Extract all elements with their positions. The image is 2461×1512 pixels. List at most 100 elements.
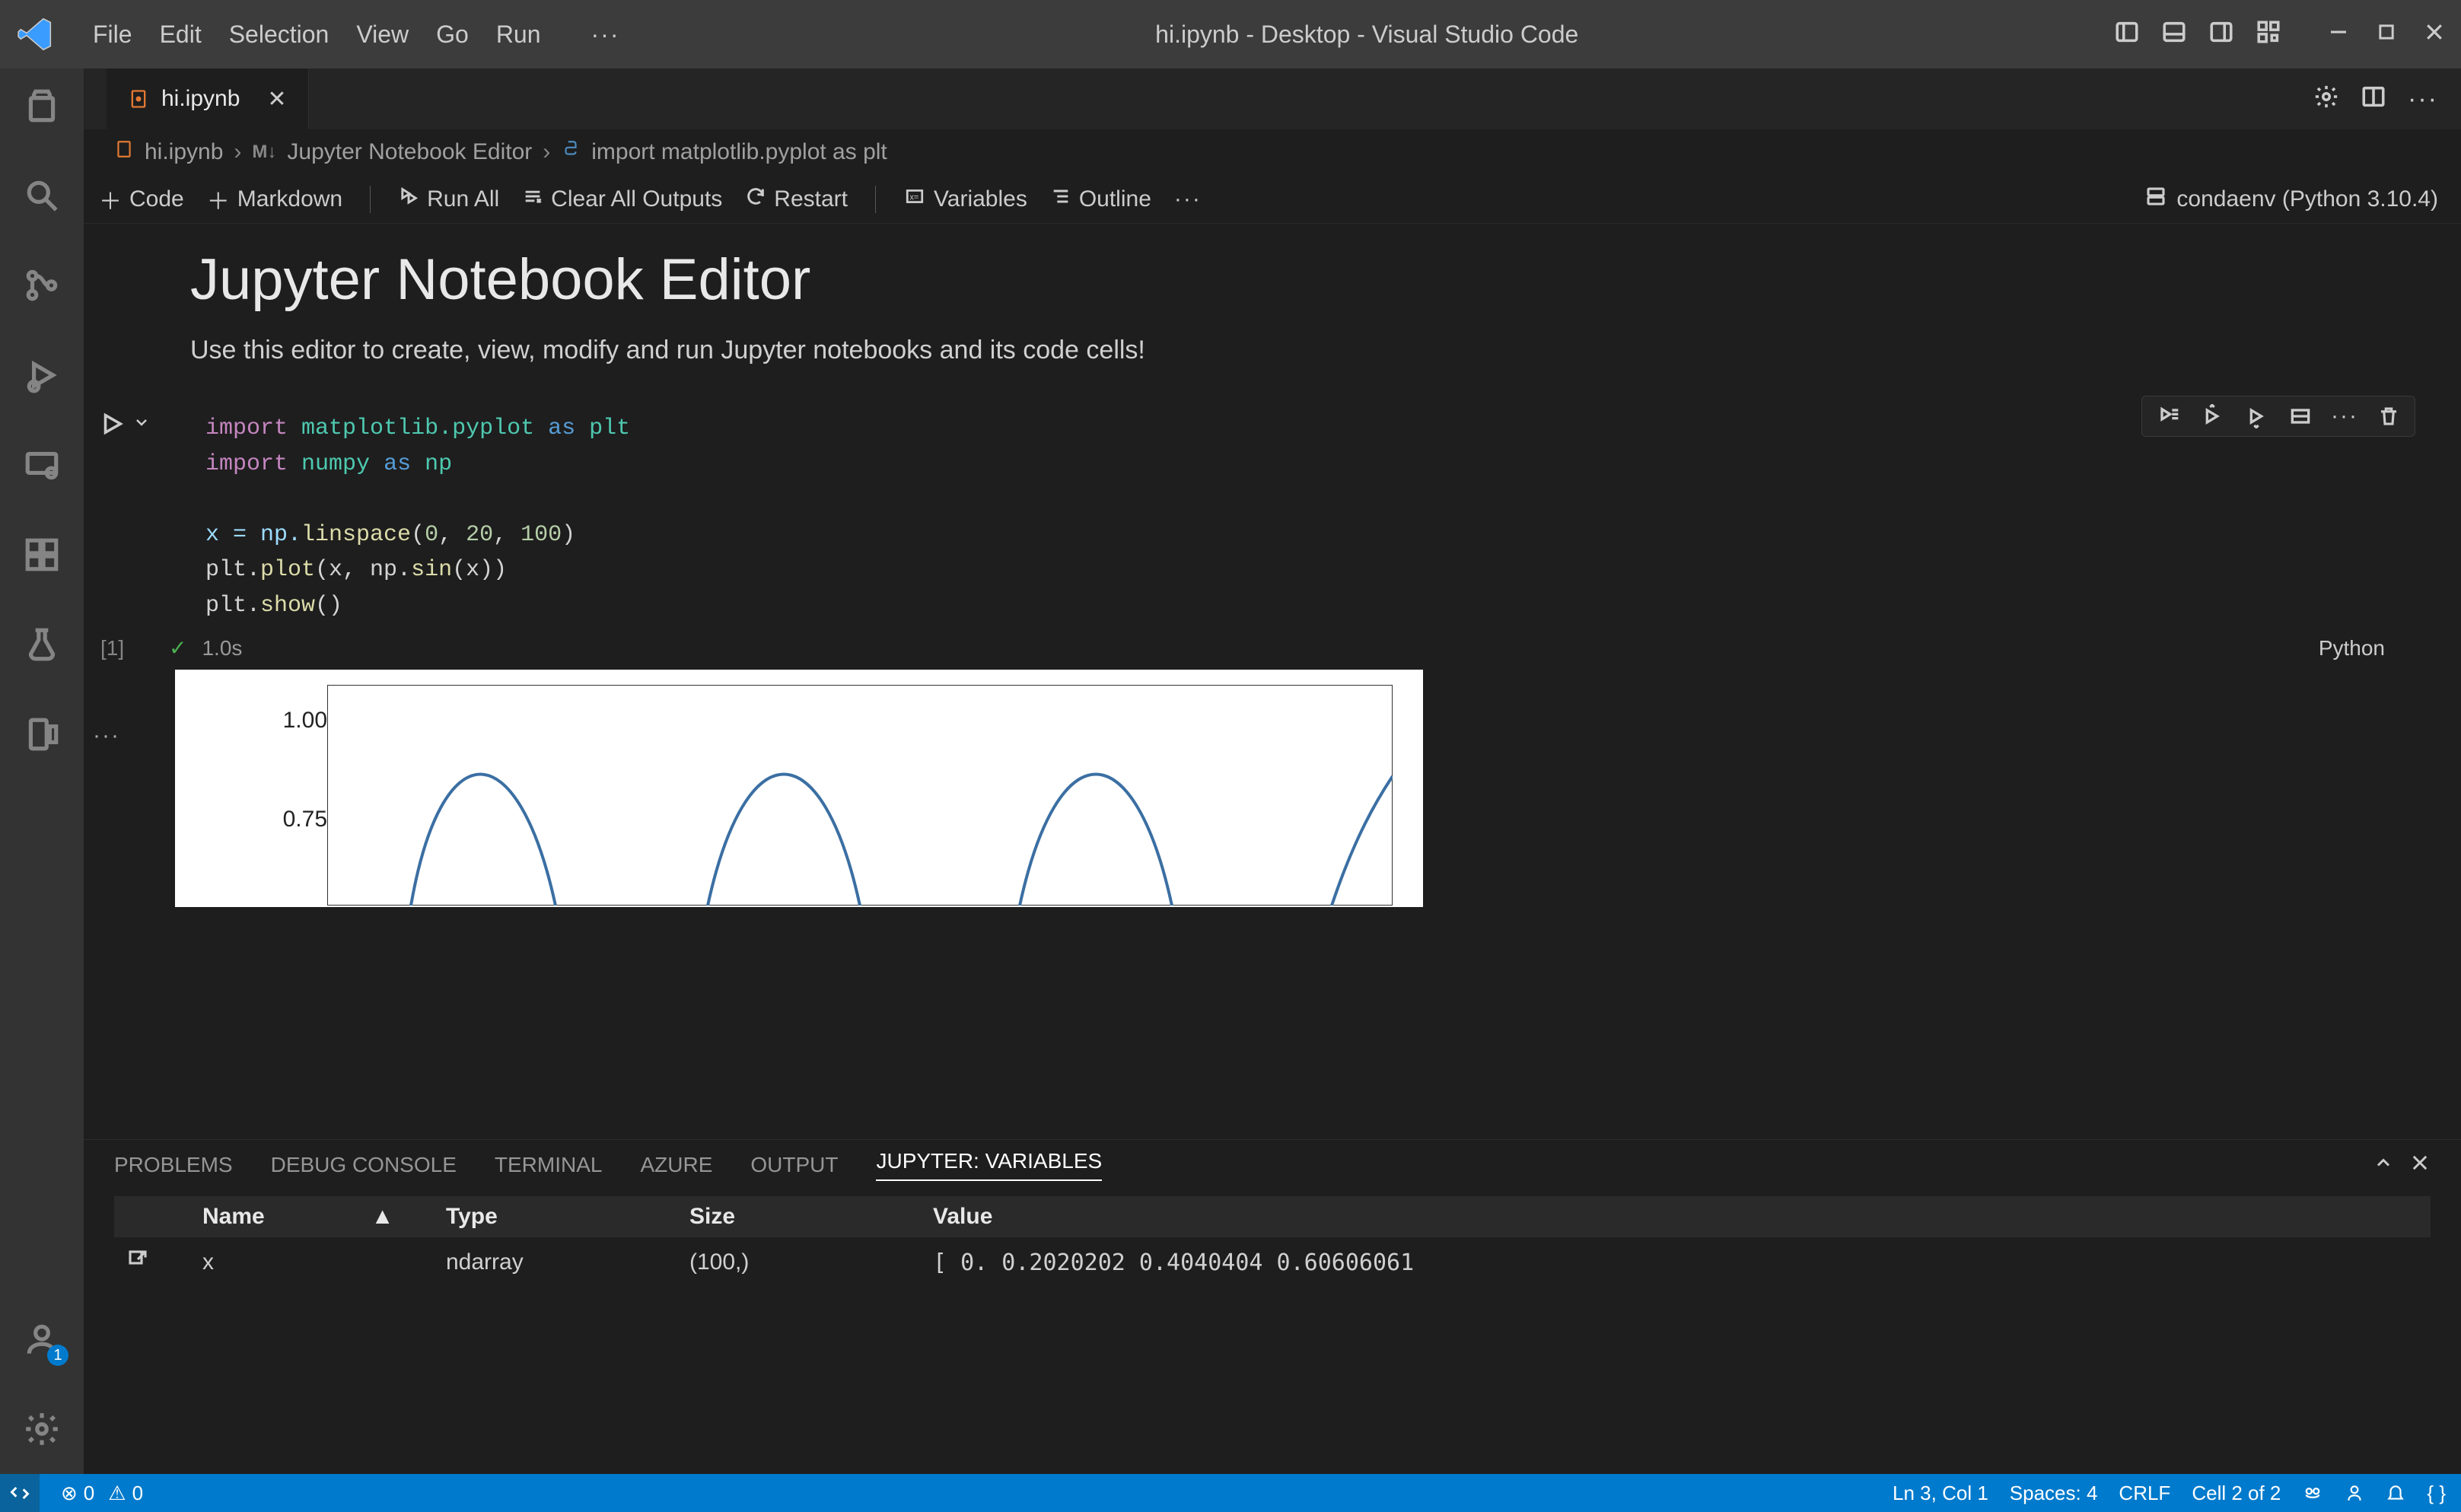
- customize-layout-icon[interactable]: [2256, 19, 2281, 50]
- kernel-picker[interactable]: condaenv (Python 3.10.4): [2144, 185, 2438, 214]
- restart-kernel-button[interactable]: Restart: [745, 186, 848, 213]
- panel-maximize-icon[interactable]: [2373, 1152, 2394, 1179]
- menu-edit[interactable]: Edit: [160, 21, 202, 49]
- toggle-primary-sidebar-icon[interactable]: [2114, 19, 2140, 50]
- cell-language[interactable]: Python: [2319, 636, 2385, 661]
- split-cell-icon[interactable]: [2287, 403, 2314, 430]
- execute-above-icon[interactable]: [2198, 403, 2226, 430]
- panel-tab-problems[interactable]: PROBLEMS: [114, 1153, 233, 1177]
- editor-area: hi.ipynb ✕ ··· hi.ipynb › M↓ Jupyter Not…: [84, 68, 2461, 1474]
- variables-table: Name▲ Type Size Value x ndarray (100,) […: [114, 1196, 2431, 1288]
- panel-tab-debug-console[interactable]: DEBUG CONSOLE: [271, 1153, 457, 1177]
- minimize-icon[interactable]: [2327, 21, 2350, 49]
- status-feedback-icon[interactable]: [2345, 1483, 2364, 1503]
- status-prettier-icon[interactable]: { }: [2427, 1482, 2446, 1505]
- vscode-logo-icon: [15, 14, 55, 54]
- status-copilot-icon[interactable]: [2302, 1482, 2323, 1504]
- extensions-icon[interactable]: [20, 533, 64, 577]
- status-notifications-icon[interactable]: [2386, 1483, 2405, 1503]
- add-code-cell-button[interactable]: ＋ Code: [99, 183, 184, 216]
- col-value[interactable]: Value: [933, 1204, 2418, 1230]
- status-ln-col[interactable]: Ln 3, Col 1: [1893, 1482, 1988, 1505]
- col-name[interactable]: Name▲: [202, 1204, 446, 1230]
- panel-close-icon[interactable]: [2409, 1152, 2431, 1179]
- source-control-icon[interactable]: [20, 263, 64, 307]
- timeline-icon[interactable]: [20, 712, 64, 756]
- breadcrumb-section[interactable]: Jupyter Notebook Editor: [287, 139, 532, 165]
- search-icon[interactable]: [20, 173, 64, 218]
- run-all-button[interactable]: Run All: [398, 186, 499, 213]
- outline-button[interactable]: Outline: [1050, 186, 1151, 213]
- menu-go[interactable]: Go: [436, 21, 469, 49]
- more-cell-actions-icon[interactable]: ···: [2331, 403, 2358, 430]
- toggle-panel-icon[interactable]: [2161, 19, 2187, 50]
- code-editor[interactable]: import matplotlib.pyplot as plt import n…: [175, 403, 2415, 631]
- breadcrumb-file[interactable]: hi.ipynb: [145, 139, 223, 165]
- delete-cell-icon[interactable]: [2375, 403, 2402, 430]
- activity-bar: 1: [0, 68, 84, 1474]
- divider: [370, 186, 371, 213]
- toolbar-overflow-icon[interactable]: ···: [1174, 186, 1202, 212]
- panel-tab-output[interactable]: OUTPUT: [750, 1153, 838, 1177]
- menu-selection[interactable]: Selection: [229, 21, 330, 49]
- notebook-description: Use this editor to create, view, modify …: [190, 336, 2415, 365]
- settings-gear-icon[interactable]: [20, 1407, 64, 1451]
- status-spaces[interactable]: Spaces: 4: [2010, 1482, 2098, 1505]
- notebook-body: Jupyter Notebook Editor Use this editor …: [84, 224, 2461, 1139]
- panel-tab-terminal[interactable]: TERMINAL: [495, 1153, 603, 1177]
- open-in-data-viewer-icon[interactable]: [126, 1248, 202, 1277]
- panel-tab-jupyter-variables[interactable]: JUPYTER: VARIABLES: [876, 1149, 1102, 1181]
- run-by-line-icon[interactable]: [2154, 403, 2182, 430]
- variables-button[interactable]: x= Variables: [903, 186, 1027, 212]
- remote-indicator[interactable]: [0, 1474, 40, 1512]
- more-actions-icon[interactable]: ···: [2408, 84, 2438, 114]
- success-check-icon: ✓: [169, 635, 186, 661]
- add-markdown-cell-button[interactable]: ＋ Markdown: [207, 183, 342, 216]
- divider: [875, 186, 876, 213]
- menu-view[interactable]: View: [356, 21, 409, 49]
- clear-outputs-button[interactable]: Clear All Outputs: [522, 186, 722, 213]
- panel-tab-azure[interactable]: AZURE: [640, 1153, 712, 1177]
- restart-icon: [745, 186, 766, 213]
- col-size[interactable]: Size: [689, 1204, 933, 1230]
- server-icon: [2144, 185, 2167, 214]
- tab-hi-ipynb[interactable]: hi.ipynb ✕: [107, 68, 309, 129]
- configure-notebook-icon[interactable]: [2313, 84, 2339, 115]
- execution-time: 1.0s: [202, 636, 242, 661]
- remote-explorer-icon[interactable]: [20, 443, 64, 487]
- layout-controls: [2114, 19, 2281, 50]
- col-type[interactable]: Type: [446, 1204, 689, 1230]
- tab-close-icon[interactable]: ✕: [267, 86, 286, 113]
- table-row[interactable]: x ndarray (100,) [ 0. 0.2020202 0.404040…: [114, 1237, 2431, 1288]
- accounts-icon[interactable]: 1: [20, 1317, 64, 1361]
- title-bar: File Edit Selection View Go Run ··· hi.i…: [0, 0, 2461, 68]
- menu-file[interactable]: File: [93, 21, 132, 49]
- status-cell[interactable]: Cell 2 of 2: [2192, 1482, 2281, 1505]
- output-options-icon[interactable]: ···: [93, 723, 120, 749]
- execution-index: [1]: [100, 636, 154, 661]
- breadcrumb[interactable]: hi.ipynb › M↓ Jupyter Notebook Editor › …: [84, 129, 2461, 175]
- testing-icon[interactable]: [20, 622, 64, 667]
- btn-label: Variables: [934, 186, 1027, 212]
- close-icon[interactable]: [2423, 21, 2446, 49]
- menu-overflow-icon[interactable]: ···: [591, 21, 620, 49]
- split-editor-icon[interactable]: [2361, 84, 2386, 115]
- breadcrumb-cell[interactable]: import matplotlib.pyplot as plt: [591, 139, 887, 165]
- maximize-icon[interactable]: [2376, 21, 2397, 48]
- variables-icon: x=: [903, 186, 926, 212]
- run-all-icon: [398, 186, 419, 213]
- code-cell[interactable]: ··· import matplotlib.pyplot as plt impo…: [190, 403, 2415, 907]
- execute-below-icon[interactable]: [2243, 403, 2270, 430]
- explorer-icon[interactable]: [20, 84, 64, 128]
- outline-icon: [1050, 186, 1071, 213]
- status-errors[interactable]: ⊗ 0 ⚠ 0: [61, 1482, 143, 1505]
- toggle-secondary-sidebar-icon[interactable]: [2208, 19, 2234, 50]
- ytick-label: 0.75: [236, 807, 327, 832]
- run-debug-icon[interactable]: [20, 353, 64, 397]
- menu-run[interactable]: Run: [496, 21, 541, 49]
- status-eol[interactable]: CRLF: [2119, 1482, 2170, 1505]
- run-cell-icon[interactable]: [99, 411, 126, 438]
- chevron-right-icon: ›: [234, 139, 241, 165]
- chevron-right-icon: ›: [543, 139, 550, 165]
- chevron-down-icon[interactable]: [132, 412, 151, 437]
